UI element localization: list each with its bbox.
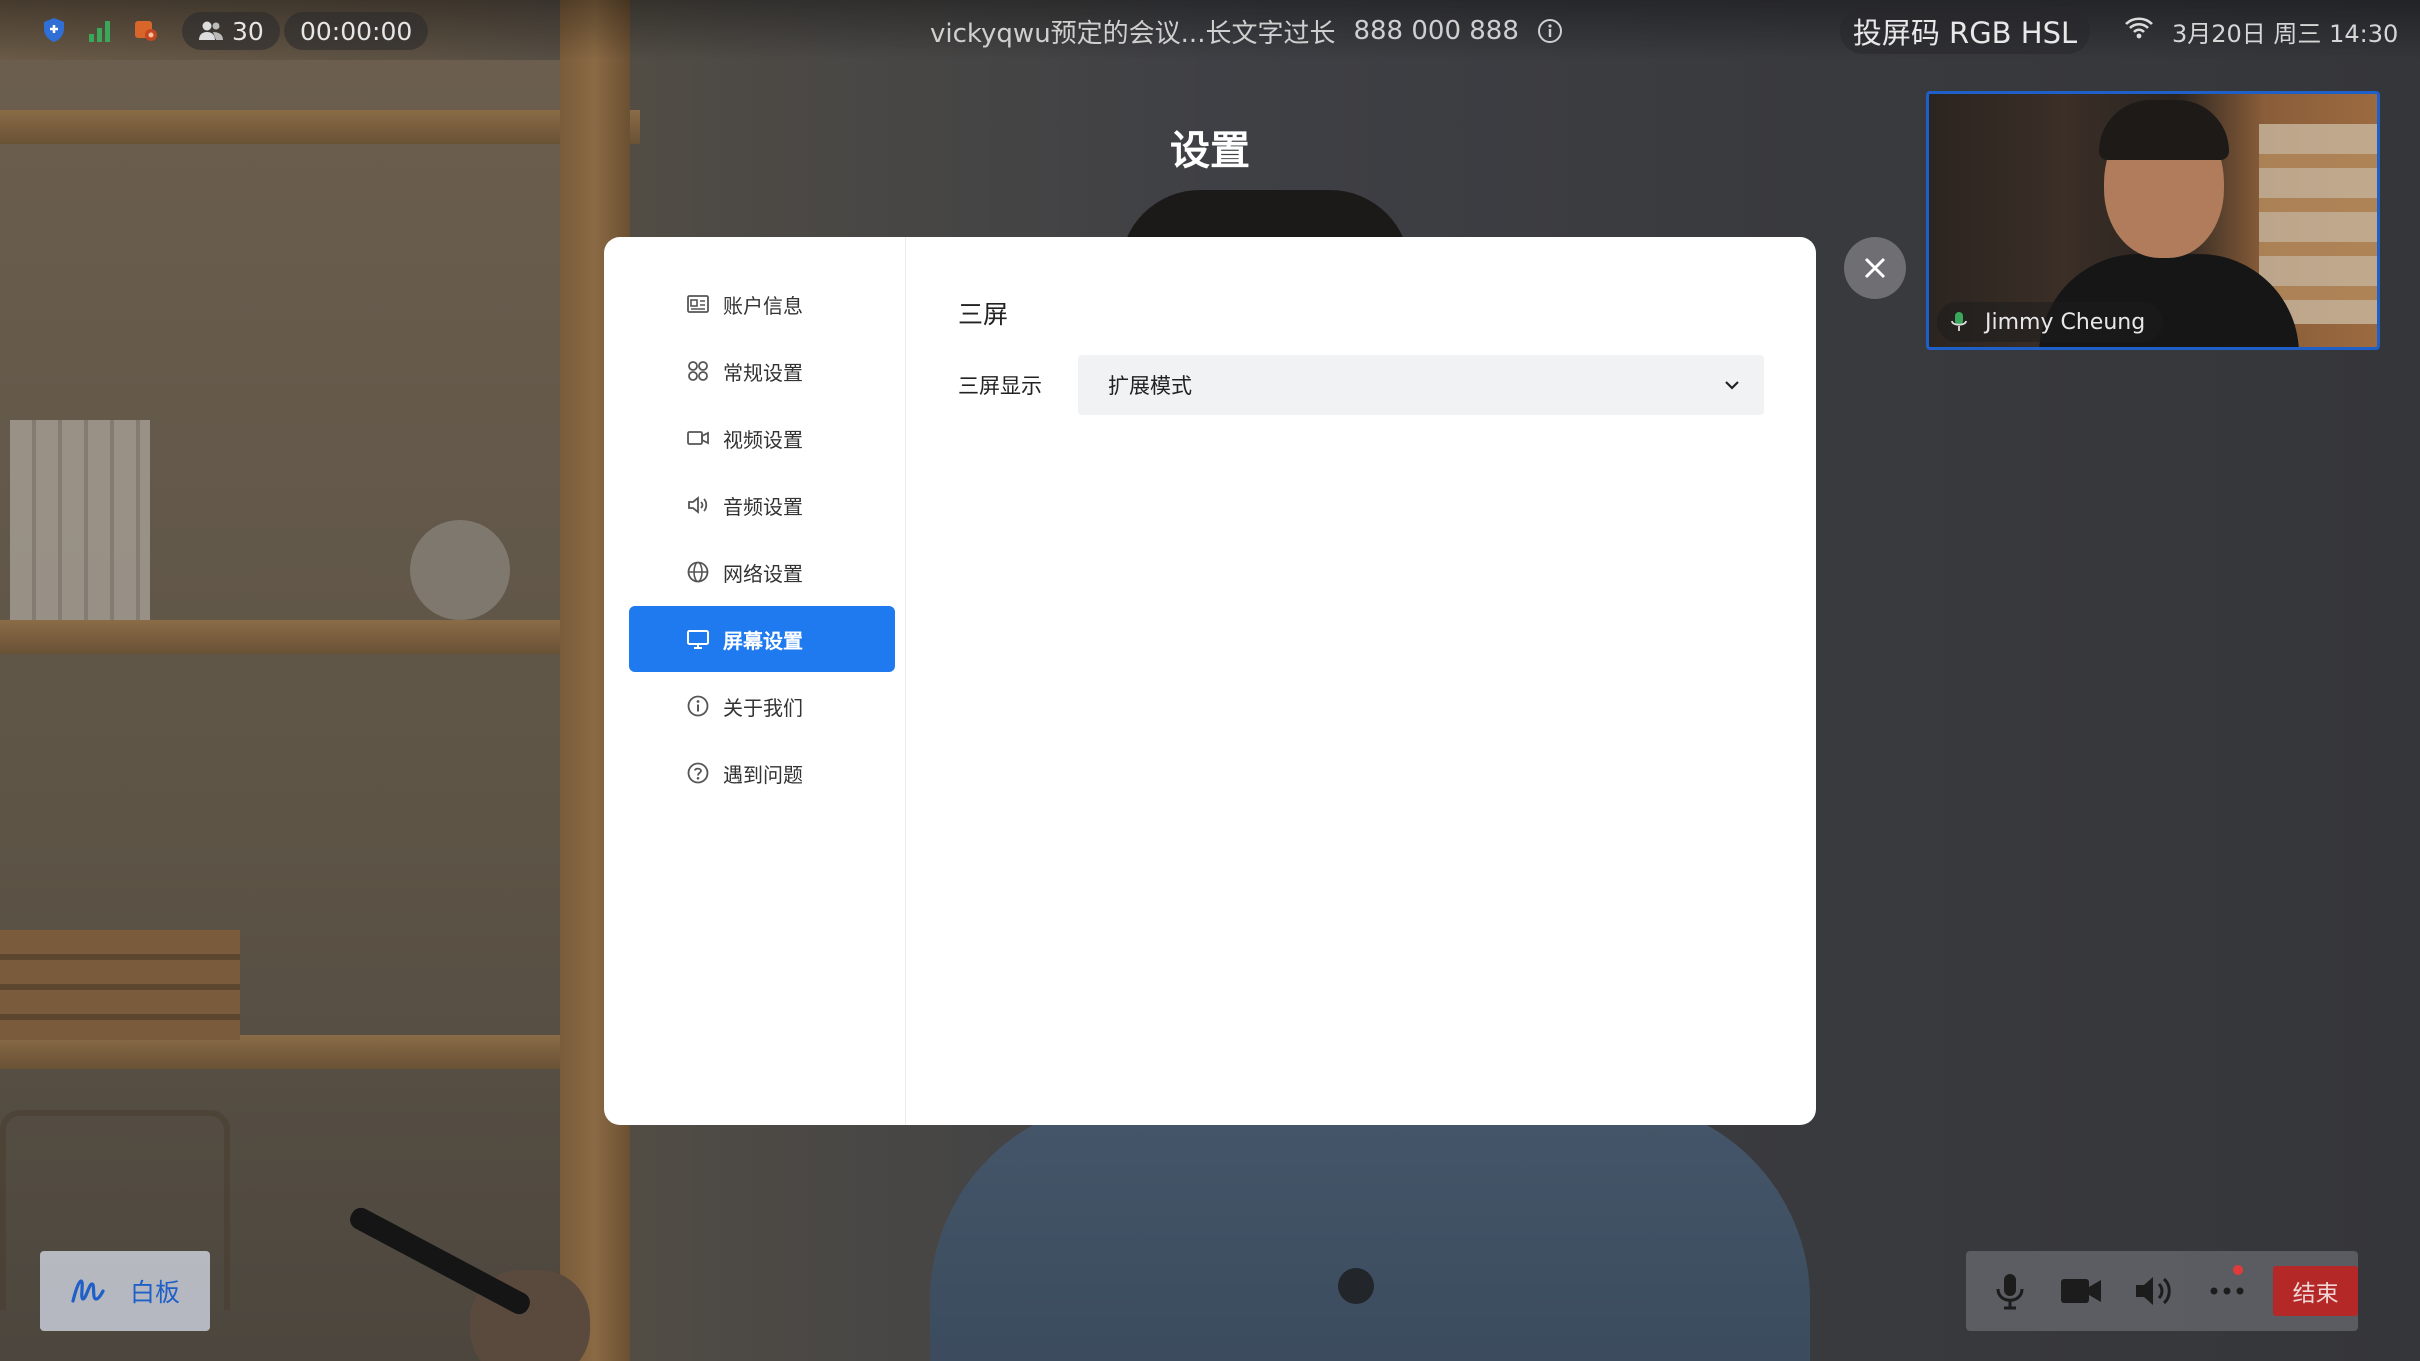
nav-item-label: 常规设置 — [723, 360, 803, 385]
status-bar: 30 00:00:00 vickyqwu预定的会议...长文字过长 888 00… — [0, 0, 2420, 60]
tile-person-hair — [2099, 100, 2229, 160]
shelf-board — [0, 620, 640, 654]
end-meeting-button[interactable]: 结束 — [2273, 1266, 2358, 1316]
nav-item-label: 账户信息 — [723, 293, 803, 318]
meeting-controls: 结束 — [1966, 1251, 2358, 1331]
grid-icon — [685, 358, 711, 384]
pen-stroke-icon — [70, 1275, 106, 1307]
nav-item-label: 网络设置 — [723, 561, 803, 586]
nav-item-network-settings[interactable]: 网络设置 — [629, 539, 895, 605]
speaker-button[interactable] — [2135, 1271, 2175, 1311]
date-time: 3月20日 周三 14:30 — [2172, 14, 2398, 48]
wifi-icon — [2124, 15, 2153, 43]
signal-strength-icon — [86, 16, 114, 44]
video-camera-icon — [685, 425, 711, 451]
globe-icon — [685, 559, 711, 585]
participant-name-label: Jimmy Cheung — [1937, 302, 2164, 342]
nav-item-account-info[interactable]: 账户信息 — [629, 271, 895, 337]
nav-item-about-us[interactable]: 关于我们 — [629, 673, 895, 739]
microphone-button[interactable] — [1992, 1271, 2027, 1311]
presenter-jacket — [930, 1100, 1810, 1361]
nav-item-audio-settings[interactable]: 音频设置 — [629, 472, 895, 538]
participants-number: 30 — [232, 16, 264, 46]
nav-item-general-settings[interactable]: 常规设置 — [629, 338, 895, 404]
speaker-icon — [2133, 1273, 2177, 1309]
shelf-board — [0, 1035, 640, 1069]
whiteboard-button[interactable]: 白板 — [40, 1251, 210, 1331]
settings-content: 三屏 三屏显示 扩展模式 — [906, 237, 1816, 1125]
crate-decoration — [0, 930, 240, 1040]
whiteboard-label: 白板 — [129, 1278, 180, 1307]
nav-item-label: 音频设置 — [723, 494, 803, 519]
meeting-title[interactable]: vickyqwu预定的会议...长文字过长 888 000 888 — [930, 14, 1563, 49]
nav-item-video-settings[interactable]: 视频设置 — [629, 405, 895, 471]
field-label: 三屏显示 — [958, 374, 1042, 398]
close-button[interactable] — [1844, 237, 1906, 299]
nav-item-troubleshooting[interactable]: 遇到问题 — [629, 740, 895, 806]
speaker-icon — [685, 492, 711, 518]
jacket-button — [1338, 1268, 1374, 1304]
nav-item-label: 视频设置 — [723, 427, 803, 452]
more-dots-icon — [2209, 1286, 2245, 1296]
info-icon[interactable] — [1537, 18, 1563, 44]
participant-name: Jimmy Cheung — [1985, 309, 2146, 335]
settings-sidebar: 账户信息 常规设置 视频设置 音频设置 网络设置 屏幕设置 关于我们 遇到问题 — [604, 237, 906, 1125]
monitor-icon — [685, 626, 711, 652]
nav-item-label: 关于我们 — [723, 695, 803, 720]
meeting-timer: 00:00:00 — [284, 12, 429, 50]
people-icon — [198, 20, 224, 42]
settings-title: 设置 — [1170, 128, 1250, 174]
close-icon — [1861, 254, 1889, 282]
participants-count[interactable]: 30 — [182, 12, 280, 50]
participant-video-tile[interactable]: Jimmy Cheung — [1926, 91, 2380, 350]
recording-icon — [132, 16, 160, 44]
clock-decoration — [410, 520, 510, 620]
microphone-icon — [1993, 1271, 2027, 1311]
nav-item-label: 遇到问题 — [723, 762, 803, 787]
microphone-icon — [1949, 310, 1969, 334]
screen-share-code: 投屏码 RGB HSL — [1840, 8, 2090, 54]
triple-screen-select[interactable]: 扩展模式 — [1078, 355, 1764, 415]
id-card-icon — [685, 291, 711, 317]
date-time-text: 3月20日 周三 14:30 — [2172, 19, 2399, 48]
triple-screen-row: 三屏显示 扩展模式 — [958, 355, 1766, 415]
shield-icon — [40, 16, 68, 44]
nav-item-label: 屏幕设置 — [723, 628, 803, 653]
meeting-id: 888 000 888 — [1353, 16, 1519, 46]
meeting-title-text: vickyqwu预定的会议...长文字过长 — [930, 18, 1336, 49]
settings-modal: 账户信息 常规设置 视频设置 音频设置 网络设置 屏幕设置 关于我们 遇到问题 … — [604, 237, 1816, 1125]
info-icon — [685, 693, 711, 719]
question-icon — [685, 760, 711, 786]
more-button[interactable] — [2209, 1265, 2245, 1311]
camera-button[interactable] — [2059, 1271, 2103, 1311]
chevron-down-icon — [1722, 375, 1742, 395]
shelf-board — [0, 110, 640, 144]
video-camera-icon — [2059, 1274, 2103, 1308]
books-decoration — [10, 420, 150, 620]
screen-code-text: 投屏码 RGB HSL — [1852, 16, 2078, 50]
section-title: 三屏 — [958, 300, 1009, 329]
end-label: 结束 — [2292, 1281, 2339, 1307]
timer-text: 00:00:00 — [300, 16, 413, 46]
select-value: 扩展模式 — [1108, 374, 1192, 398]
nav-item-screen-settings[interactable]: 屏幕设置 — [629, 606, 895, 672]
notification-dot — [2233, 1265, 2244, 1275]
